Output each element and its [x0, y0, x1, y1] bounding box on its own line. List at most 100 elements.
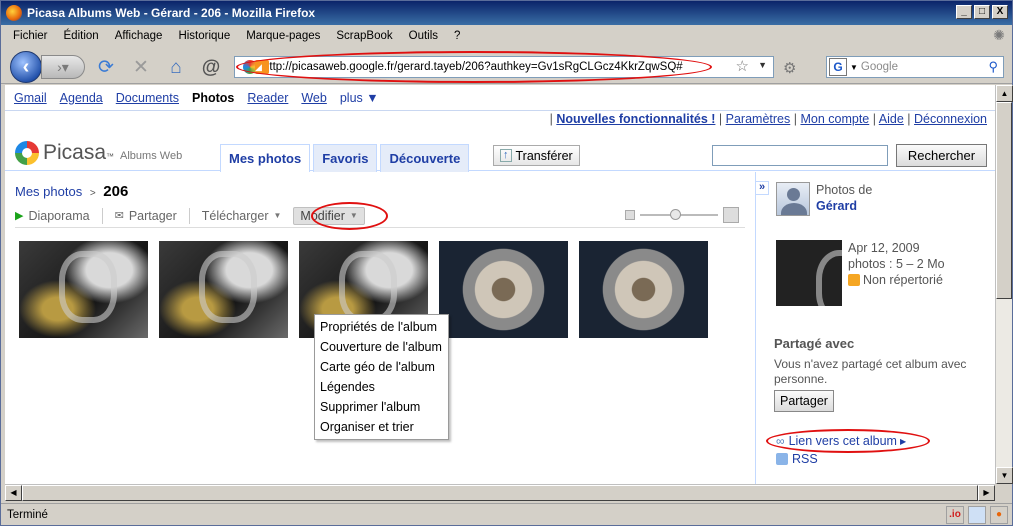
google-engine-icon[interactable]: G — [829, 58, 847, 76]
photo-thumbnail[interactable] — [579, 241, 708, 338]
menu-marque-pages[interactable]: Marque-pages — [238, 30, 328, 42]
back-button[interactable]: ‹ — [10, 51, 42, 83]
photo-search-input[interactable] — [712, 145, 888, 166]
page-info-icon[interactable] — [968, 506, 986, 524]
tab-favorites[interactable]: Favoris — [313, 144, 378, 172]
menu-bar: Fichier Édition Affichage Historique Mar… — [1, 25, 1012, 46]
photo-thumbnail[interactable] — [439, 241, 568, 338]
bookmark-star-icon[interactable]: ☆ — [736, 57, 749, 75]
addon-icon[interactable]: ⚙ — [783, 59, 796, 77]
slider-track[interactable] — [640, 209, 718, 220]
picasa-pinwheel-icon — [15, 141, 39, 165]
web-search-field[interactable]: G ▼ Google ⚲ — [826, 56, 1004, 78]
engine-dropdown-icon[interactable]: ▼ — [850, 63, 858, 72]
vertical-scrollbar[interactable]: ▲ ▼ — [995, 85, 1013, 484]
reload-icon[interactable]: ⟳ — [95, 57, 117, 79]
slider-knob[interactable] — [670, 209, 681, 220]
gbar-agenda[interactable]: Agenda — [60, 91, 103, 105]
menu-item-album-cover[interactable]: Couverture de l'album — [315, 337, 448, 357]
slideshow-button[interactable]: ▶ Diaporama — [15, 207, 103, 224]
horizontal-scrollbar[interactable]: ◀ ▶ — [5, 484, 995, 501]
menu-item-captions[interactable]: Légendes — [315, 377, 448, 397]
edit-label: Modifier — [300, 208, 345, 223]
breadcrumb-my-photos[interactable]: Mes photos — [15, 184, 82, 199]
menu-fichier[interactable]: Fichier — [5, 30, 56, 42]
search-button[interactable]: Rechercher — [896, 144, 987, 167]
photo-thumbnail[interactable] — [159, 241, 288, 338]
gbar-documents[interactable]: Documents — [116, 91, 179, 105]
photo-thumbnail[interactable] — [19, 241, 148, 338]
account-link[interactable]: Mon compte — [800, 112, 869, 126]
menu-item-album-map[interactable]: Carte géo de l'album — [315, 357, 448, 377]
upload-button[interactable]: ↑ Transférer — [493, 145, 580, 166]
minimize-button[interactable]: _ — [956, 5, 972, 19]
rss-feed-icon[interactable]: ◢ — [255, 60, 269, 74]
gbar-web[interactable]: Web — [301, 91, 326, 105]
settings-link[interactable]: Paramètres — [726, 112, 791, 126]
menu-item-album-properties[interactable]: Propriétés de l'album — [315, 317, 448, 337]
breadcrumb: Mes photos > 206 — [15, 183, 128, 200]
album-info: Apr 12, 2009 photos : 5 – 2 Mo Non réper… — [776, 240, 945, 306]
gbar-more[interactable]: plus ▼ — [340, 91, 379, 105]
help-link[interactable]: Aide — [879, 112, 904, 126]
shared-with-text: Vous n'avez partagé cet album avec perso… — [774, 357, 967, 386]
firefox-status-icon[interactable]: ● — [990, 506, 1008, 524]
menu-historique[interactable]: Historique — [170, 30, 238, 42]
picasa-header: Picasa ™ Albums Web Mes photos Favoris D… — [5, 137, 995, 172]
scroll-down-icon[interactable]: ▼ — [996, 467, 1013, 484]
menu-edition[interactable]: Édition — [56, 30, 107, 42]
menu-scrapbook[interactable]: ScrapBook — [328, 30, 400, 42]
separator: | — [718, 112, 723, 126]
visibility-label: Non répertorié — [863, 273, 943, 287]
addon-io-icon[interactable]: .io — [946, 506, 964, 524]
gbar-reader[interactable]: Reader — [247, 91, 288, 105]
album-photo-count: photos : 5 – 2 Mo — [848, 257, 945, 271]
chain-link-icon: ∞ — [776, 434, 785, 448]
back-arrow-icon: ‹ — [22, 55, 30, 78]
vertical-scroll-thumb[interactable] — [996, 102, 1012, 299]
stop-icon[interactable]: ✕ — [130, 57, 152, 79]
forward-button[interactable]: ›▾ — [41, 55, 85, 79]
menu-help[interactable]: ? — [446, 30, 468, 42]
share-button[interactable]: ✉ Partager — [115, 207, 190, 224]
album-link-label: Lien vers cet album — [788, 434, 897, 448]
address-bar[interactable]: http://picasaweb.google.fr/gerard.tayeb/… — [234, 56, 774, 78]
owner-name-link[interactable]: Gérard — [816, 199, 857, 213]
home-icon[interactable]: ⌂ — [165, 57, 187, 79]
chevron-right-icon: ▶ — [899, 436, 907, 446]
picasa-logo[interactable]: Picasa ™ Albums Web — [15, 141, 182, 165]
shared-with-heading: Partagé avec — [774, 336, 855, 351]
share-album-button[interactable]: Partager — [774, 390, 834, 412]
logout-link[interactable]: Déconnexion — [914, 112, 987, 126]
horizontal-scroll-thumb[interactable] — [22, 485, 978, 501]
new-features-link[interactable]: Nouvelles fonctionnalités ! — [556, 112, 715, 126]
search-icon[interactable]: ⚲ — [988, 59, 998, 75]
maximize-button[interactable]: □ — [974, 5, 990, 19]
collapse-sidebar-icon[interactable]: » — [755, 181, 769, 195]
album-main: Mes photos > 206 ▶ Diaporama ✉ Partager … — [5, 172, 755, 484]
edit-menu-button[interactable]: Modifier ▼ — [293, 206, 365, 225]
menu-outils[interactable]: Outils — [401, 30, 446, 42]
avatar[interactable] — [776, 182, 810, 216]
download-label: Télécharger — [201, 208, 269, 223]
album-link[interactable]: ∞ Lien vers cet album ▶ — [776, 434, 906, 448]
menu-item-delete-album[interactable]: Supprimer l'album — [315, 397, 448, 417]
download-button[interactable]: Télécharger ▼ — [202, 209, 282, 223]
share-label: Partager — [128, 208, 177, 223]
thumbnail-size-slider[interactable] — [625, 207, 745, 223]
close-button[interactable]: X — [992, 5, 1008, 19]
tab-discovery[interactable]: Découverte — [380, 144, 470, 172]
menu-item-organize-sort[interactable]: Organiser et trier — [315, 417, 448, 437]
at-sign-icon[interactable]: @ — [200, 57, 222, 79]
scroll-up-icon[interactable]: ▲ — [996, 85, 1013, 102]
scroll-right-icon[interactable]: ▶ — [978, 485, 995, 501]
tab-my-photos[interactable]: Mes photos — [220, 144, 311, 172]
chevron-down-icon: ▼ — [273, 211, 282, 220]
url-history-dropdown-icon[interactable]: ▼ — [758, 60, 767, 70]
scroll-left-icon[interactable]: ◀ — [5, 485, 22, 501]
rss-icon — [776, 453, 788, 465]
rss-link[interactable]: RSS — [776, 452, 818, 466]
gbar-gmail[interactable]: Gmail — [14, 91, 47, 105]
gbar-photos-current: Photos — [192, 90, 235, 105]
menu-affichage[interactable]: Affichage — [107, 30, 171, 42]
